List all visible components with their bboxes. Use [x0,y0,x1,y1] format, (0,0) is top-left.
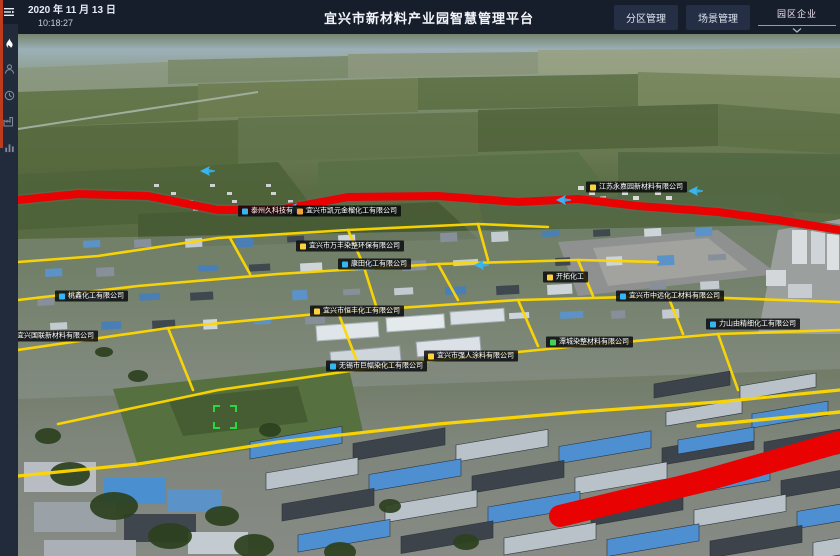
company-marker-icon [330,363,336,369]
sidebar [0,0,18,556]
company-label[interactable]: 宜兴市恒丰化工有限公司 [310,306,404,317]
datetime-block: 2020 年 11 月 13 日 10:18:27 [28,5,116,29]
park-enterprise-dropdown[interactable]: 园区企业 [758,2,836,33]
active-accent-bar [0,0,3,148]
company-marker-icon [550,339,556,345]
company-marker-icon [620,293,626,299]
zone-management-button[interactable]: 分区管理 [614,5,678,30]
company-name: 潭城染整材料有限公司 [559,339,629,346]
hamburger-glyph [3,6,15,18]
scene-management-button[interactable]: 场景管理 [686,5,750,30]
company-name: 江苏永嘉园新材料有限公司 [599,184,683,191]
time-label: 10:18:27 [28,18,116,29]
company-marker-icon [590,184,596,190]
company-label[interactable]: 桃鑫化工有限公司 [55,291,128,302]
company-name: 宜兴市凯元金榴化工有限公司 [306,208,397,215]
header: 2020 年 11 月 13 日 10:18:27 宜兴市新材料产业园智慧管理平… [18,0,840,34]
selection-focus-box [213,405,237,429]
company-label[interactable]: 康田化工有限公司 [338,259,411,270]
company-name: 宜兴市强人涂料有限公司 [437,353,514,360]
company-name: 宜兴市恒丰化工有限公司 [323,308,400,315]
vehicle-marker-icon[interactable] [474,257,490,275]
company-label[interactable]: 潭城染整材料有限公司 [546,337,633,348]
company-name: 开拓化工 [556,274,584,281]
dropdown-selected-label: 园区企业 [777,9,817,19]
company-marker-icon [59,293,65,299]
company-marker-icon [547,274,553,280]
company-label[interactable]: 开拓化工 [543,272,588,283]
company-name: 宜兴市万丰染整环保有限公司 [309,243,400,250]
field-patches [18,48,840,248]
company-label[interactable]: 力山由精细化工有限公司 [706,319,800,330]
chevron-down-icon [792,28,802,33]
vehicle-marker-icon[interactable] [688,183,704,201]
company-marker-icon [300,243,306,249]
company-name: 宜兴市中远化工材料有限公司 [629,293,720,300]
company-marker-icon [297,208,303,214]
clock-icon [4,90,15,101]
company-label[interactable]: 宜兴市凯元金榴化工有限公司 [293,206,401,217]
factory-icon [3,116,15,127]
company-name: 桃鑫化工有限公司 [68,293,124,300]
flame-icon [4,37,15,50]
date-label: 2020 年 11 月 13 日 [28,5,116,18]
company-marker-icon [710,321,716,327]
dropdown-divider [758,25,836,26]
app-window: 2020 年 11 月 13 日 10:18:27 宜兴市新材料产业园智慧管理平… [0,0,840,556]
page-title: 宜兴市新材料产业园智慧管理平台 [324,8,534,27]
company-marker-icon [242,208,248,214]
company-label[interactable]: 宜兴市强人涂料有限公司 [424,351,518,362]
company-marker-icon [342,261,348,267]
company-label[interactable]: 宜兴国联新材料有限公司 [18,331,98,342]
company-label[interactable]: 无锡市巨幅染化工有限公司 [326,361,427,372]
company-name: 力山由精细化工有限公司 [719,321,796,328]
header-actions: 分区管理 场景管理 园区企业 [614,2,840,33]
bar-chart-icon [4,142,15,153]
company-label[interactable]: 宜兴市中远化工材料有限公司 [616,291,724,302]
person-icon [4,63,15,75]
company-name: 无锡市巨幅染化工有限公司 [339,363,423,370]
company-marker-icon [314,308,320,314]
company-label[interactable]: 江苏永嘉园新材料有限公司 [586,182,687,193]
map-viewport[interactable]: 泰州久科技有限公司宜兴市凯元金榴化工有限公司宜兴市万丰染整环保有限公司康田化工有… [18,34,840,556]
vehicle-marker-icon[interactable] [200,163,216,181]
company-label[interactable]: 宜兴市万丰染整环保有限公司 [296,241,404,252]
company-name: 康田化工有限公司 [351,261,407,268]
company-marker-icon [428,353,434,359]
vehicle-marker-icon[interactable] [556,192,572,210]
company-name: 宜兴国联新材料有限公司 [18,333,94,340]
